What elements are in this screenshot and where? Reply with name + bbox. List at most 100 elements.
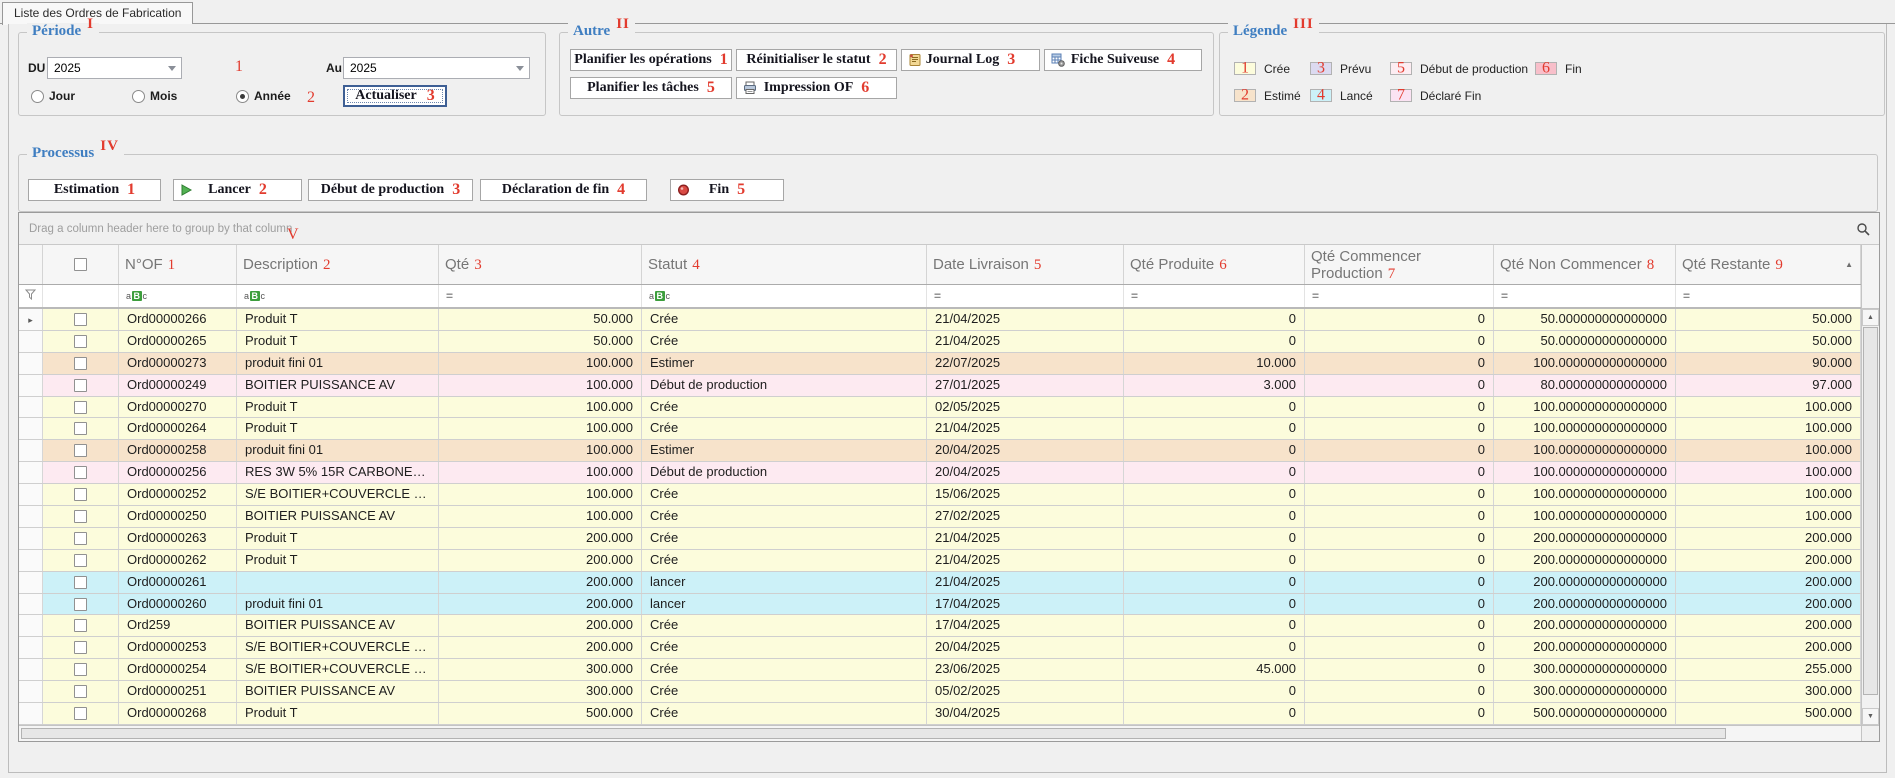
radio-anne-e[interactable]: Année — [236, 89, 291, 103]
button-fiche-suiveuse[interactable]: Fiche Suiveuse4 — [1044, 49, 1202, 71]
row-checkbox[interactable] — [74, 598, 87, 611]
table-row-ord00000258[interactable]: Ord00000258produit fini 01100.000Estimer… — [19, 440, 1861, 462]
table-row-ord00000266[interactable]: ▸Ord00000266Produit T50.000Crée21/04/202… — [19, 309, 1861, 331]
group-by-bar[interactable]: Drag a column header here to group by th… — [19, 213, 1879, 245]
filter-cell-qte[interactable]: = — [439, 285, 642, 307]
filter-cell-qte-restante[interactable]: = — [1676, 285, 1861, 307]
row-checkbox[interactable] — [74, 335, 87, 348]
table-row-ord00000263[interactable]: Ord00000263Produit T200.000Crée21/04/202… — [19, 528, 1861, 550]
button-lancer[interactable]: Lancer2 — [173, 179, 302, 201]
row-checkbox[interactable] — [74, 401, 87, 414]
au-year-combo[interactable]: 2025 — [343, 57, 530, 79]
annotation-7: 7 — [1397, 87, 1405, 103]
scroll-down-button[interactable]: ▼ — [1862, 708, 1879, 725]
row-checkbox-cell — [43, 637, 119, 658]
cell-desc: Produit T — [237, 418, 439, 439]
table-row-ord00000252[interactable]: Ord00000252S/E BOITIER+COUVERCLE …100.00… — [19, 484, 1861, 506]
button-estimation[interactable]: Estimation1 — [28, 179, 161, 201]
table-row-ord00000270[interactable]: Ord00000270Produit T100.000Crée02/05/202… — [19, 397, 1861, 419]
search-icon[interactable] — [1856, 222, 1870, 241]
row-checkbox[interactable] — [74, 313, 87, 326]
column-header-qte-commencer-production[interactable]: Qté Commencer Production7 — [1305, 245, 1494, 284]
filter-cell-date-livraison[interactable]: = — [927, 285, 1124, 307]
column-header-qte-non-commencer[interactable]: Qté Non Commencer8 — [1494, 245, 1676, 284]
table-row-ord00000264[interactable]: Ord00000264Produit T100.000Crée21/04/202… — [19, 418, 1861, 440]
row-checkbox[interactable] — [74, 422, 87, 435]
row-checkbox[interactable] — [74, 576, 87, 589]
table-row-ord00000254[interactable]: Ord00000254S/E BOITIER+COUVERCLE …300.00… — [19, 659, 1861, 681]
table-row-ord00000260[interactable]: Ord00000260produit fini 01200.000lancer1… — [19, 594, 1861, 616]
actualiser-button[interactable]: Actualiser3 — [343, 85, 447, 107]
table-row-ord00000265[interactable]: Ord00000265Produit T50.000Crée21/04/2025… — [19, 331, 1861, 353]
row-checkbox[interactable] — [74, 379, 87, 392]
radio-jour[interactable]: Jour — [31, 89, 75, 103]
column-header-qte-produite[interactable]: Qté Produite6 — [1124, 245, 1305, 284]
tab-liste-ordres-fabrication[interactable]: Liste des Ordres de Fabrication — [2, 2, 193, 25]
row-checkbox[interactable] — [74, 488, 87, 501]
button-fin[interactable]: Fin5 — [670, 179, 784, 201]
cell-qte: 200.000 — [439, 528, 642, 549]
button-planifier-les-ta-ches[interactable]: Planifier les tâches5 — [570, 77, 732, 99]
row-checkbox[interactable] — [74, 641, 87, 654]
du-year-combo[interactable]: 2025 — [47, 57, 182, 79]
table-row-ord00000268[interactable]: Ord00000268Produit T500.000Crée30/04/202… — [19, 703, 1861, 725]
scroll-up-button[interactable]: ▲ — [1862, 309, 1879, 326]
cell-qte: 200.000 — [439, 594, 642, 615]
button-journal-log[interactable]: Journal Log3 — [901, 49, 1040, 71]
cell-restante: 90.000 — [1676, 353, 1861, 374]
table-row-ord00000273[interactable]: Ord00000273produit fini 01100.000Estimer… — [19, 353, 1861, 375]
vertical-scrollbar-rail: ▲ ▼ — [1861, 245, 1879, 725]
button-de-claration-de-fin[interactable]: Déclaration de fin4 — [480, 179, 647, 201]
row-indicator — [19, 528, 43, 549]
row-checkbox[interactable] — [74, 707, 87, 720]
filter-cell-qte-non-commencer[interactable]: = — [1494, 285, 1676, 307]
select-all-checkbox[interactable] — [74, 258, 87, 271]
row-checkbox[interactable] — [74, 466, 87, 479]
table-row-ord00000249[interactable]: Ord00000249BOITIER PUISSANCE AV100.000Dé… — [19, 375, 1861, 397]
horizontal-scrollbar-thumb[interactable] — [21, 728, 1726, 739]
filter-cell-qte-commencer-production[interactable]: = — [1305, 285, 1494, 307]
column-header-label: Description — [243, 256, 318, 273]
button-de-but-de-production[interactable]: Début de production3 — [308, 179, 473, 201]
row-checkbox[interactable] — [74, 532, 87, 545]
annotation-2: 2 — [323, 257, 331, 273]
table-row-ord259[interactable]: Ord259BOITIER PUISSANCE AV200.000Crée17/… — [19, 615, 1861, 637]
filter-cell-n-of[interactable]: aBc — [119, 285, 237, 307]
row-checkbox[interactable] — [74, 619, 87, 632]
button-re-initialiser-le-statut[interactable]: Réinitialiser le statut2 — [736, 49, 897, 71]
column-header-date-livraison[interactable]: Date Livraison5 — [927, 245, 1124, 284]
cell-non_commencer: 200.000000000000000 — [1494, 615, 1676, 636]
vertical-scrollbar[interactable]: ▲ ▼ — [1862, 309, 1879, 725]
row-checkbox[interactable] — [74, 685, 87, 698]
column-header-qte-restante[interactable]: Qté Restante9▲ — [1676, 245, 1861, 284]
cell-date: 17/04/2025 — [927, 594, 1124, 615]
row-checkbox[interactable] — [74, 663, 87, 676]
table-row-ord00000261[interactable]: Ord00000261200.000lancer21/04/202500200.… — [19, 572, 1861, 594]
column-header-statut[interactable]: Statut4 — [642, 245, 927, 284]
filter-cell-qte-produite[interactable]: = — [1124, 285, 1305, 307]
annotation-1: 1 — [720, 52, 728, 68]
cell-qte: 50.000 — [439, 309, 642, 330]
legend-label: Prévu — [1340, 62, 1371, 76]
row-checkbox[interactable] — [74, 554, 87, 567]
row-checkbox[interactable] — [74, 444, 87, 457]
radio-mois[interactable]: Mois — [132, 89, 177, 103]
table-row-ord00000250[interactable]: Ord00000250BOITIER PUISSANCE AV100.000Cr… — [19, 506, 1861, 528]
row-checkbox[interactable] — [74, 510, 87, 523]
row-checkbox[interactable] — [74, 357, 87, 370]
table-row-ord00000262[interactable]: Ord00000262Produit T200.000Crée21/04/202… — [19, 550, 1861, 572]
filter-cell-statut[interactable]: aBc — [642, 285, 927, 307]
table-row-ord00000251[interactable]: Ord00000251BOITIER PUISSANCE AV300.000Cr… — [19, 681, 1861, 703]
horizontal-scrollbar[interactable] — [19, 725, 1879, 741]
record-icon — [677, 184, 690, 197]
column-header-description[interactable]: Description 2 — [237, 245, 439, 284]
column-header-n-of[interactable]: N°OF1 — [119, 245, 237, 284]
button-planifier-les-ope-rations[interactable]: Planifier les opérations1 — [570, 49, 732, 71]
vertical-scrollbar-thumb[interactable] — [1863, 327, 1878, 695]
button-impression-of[interactable]: Impression OF6 — [736, 77, 897, 99]
table-row-ord00000253[interactable]: Ord00000253S/E BOITIER+COUVERCLE …200.00… — [19, 637, 1861, 659]
table-row-ord00000256[interactable]: Ord00000256RES 3W 5% 15R CARBONE…100.000… — [19, 462, 1861, 484]
column-header-qte[interactable]: Qté3 — [439, 245, 642, 284]
filter-icon[interactable] — [25, 287, 36, 305]
filter-cell-description[interactable]: aBc — [237, 285, 439, 307]
